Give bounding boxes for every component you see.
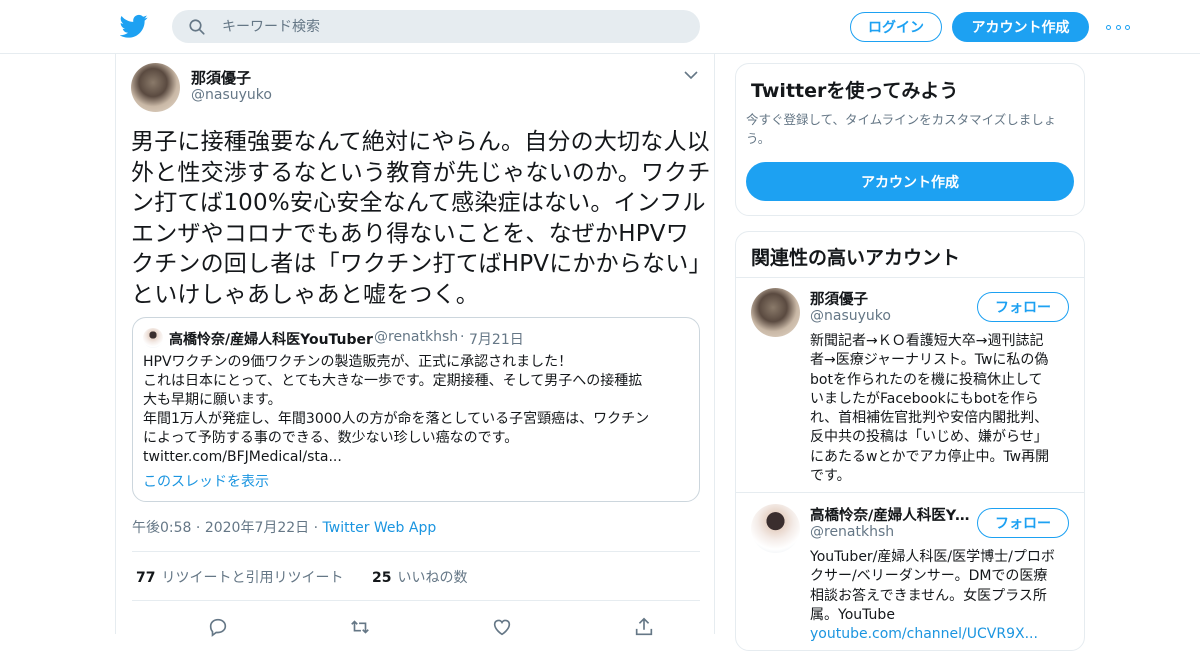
follow-button[interactable]: フォロー <box>977 292 1069 322</box>
tweet-text: 男子に接種強要なんて絶対にやらん。自分の大切な人以外と性交渉するなという教育が先… <box>131 129 711 308</box>
like-icon[interactable] <box>491 616 513 638</box>
bio-line: 反中共の投稿は「いじめ、嫌がらせ」 <box>810 429 1048 446</box>
tweet-stats: 77 リツイートと引用リツイート 25 いいねの数 <box>132 551 700 601</box>
tweet-source-link[interactable]: Twitter Web App <box>323 520 437 536</box>
meta-separator: · <box>195 520 201 536</box>
bio-line: いましたがFacebookにもbotを作ら <box>810 390 1039 407</box>
account-name[interactable]: 那須優子 <box>810 288 970 309</box>
bio-line: れ、首相補佐官批判や安倍内閣批判、 <box>810 410 1049 427</box>
quoted-separator: · <box>460 329 465 345</box>
bio-line: 新聞記者→ＫＯ看護短大卒→週刊誌記 <box>810 333 1044 349</box>
signup-card-description: 今すぐ登録して、タイムラインをカスタマイズしましょう。 <box>746 112 1057 146</box>
retweet-icon[interactable] <box>349 616 371 638</box>
tweet-time[interactable]: 午後0:58 <box>132 520 191 536</box>
bio-line: YouTuber/産婦人科医/医学博士/プロボ <box>810 549 1055 565</box>
related-accounts-title: 関連性の高いアカウント <box>751 247 961 269</box>
bio-line: です。 <box>810 468 851 485</box>
retweets-stat[interactable]: 77 リツイートと引用リツイート <box>136 567 343 587</box>
bio-line: クサー/ベリーダンサー。DMでの医療 <box>810 568 1048 585</box>
bio-line: 者→医療ジャーナリスト。Twに私の偽 <box>810 352 1049 369</box>
likes-count: 25 <box>372 570 392 586</box>
avatar[interactable] <box>751 504 800 553</box>
likes-label: いいねの数 <box>397 570 468 586</box>
likes-stat[interactable]: 25 いいねの数 <box>372 567 467 587</box>
twitter-logo-icon[interactable] <box>120 12 148 40</box>
quoted-text-line: によって予防する事のできる、数少ない珍しい癌なのです。 <box>143 430 519 446</box>
quoted-author-name: 高橋怜奈/産婦人科医YouTuber <box>169 332 373 348</box>
bio-link[interactable]: youtube.com/channel/UCVR9X... <box>810 625 1072 644</box>
quoted-author-handle: @renatkhsh <box>374 329 459 345</box>
search-icon <box>189 19 205 35</box>
author-handle[interactable]: @nasuyuko <box>191 87 272 103</box>
quoted-date: 7月21日 <box>469 332 524 348</box>
quoted-tweet[interactable]: 高橋怜奈/産婦人科医YouTuber @renatkhsh · 7月21日 HP… <box>132 317 700 502</box>
retweets-label: リツイートと引用リツイート <box>161 570 344 586</box>
follow-button[interactable]: フォロー <box>977 508 1069 538</box>
bio-line: 相談お答えできません。女医プラス所 <box>810 587 1047 604</box>
account-handle[interactable]: @nasuyuko <box>810 308 891 324</box>
meta-separator: · <box>313 520 319 536</box>
show-thread-link[interactable]: このスレッドを表示 <box>143 471 269 491</box>
search-bar[interactable] <box>172 10 700 43</box>
tweet-actions <box>132 614 700 644</box>
bio-line: botを作られたのを機に投稿休止して <box>810 371 1043 388</box>
quoted-text-line: 年間1万人が発症し、年間3000人の方が命を落としている子宮頸癌は、ワクチン <box>143 411 650 427</box>
author-name[interactable]: 那須優子 <box>191 67 251 88</box>
quoted-text-line: これは日本にとって、とても大きな一歩です。定期接種、そして男子への接種拡 <box>143 373 643 389</box>
quoted-text-line: HPVワクチンの9価ワクチンの製造販売が、正式に承認されました！ <box>143 354 573 370</box>
quoted-text-line: twitter.com/BFJMedical/sta... <box>143 449 342 465</box>
retweets-count: 77 <box>136 570 156 586</box>
account-bio: 新聞記者→ＫＯ看護短大卒→週刊誌記 者→医療ジャーナリスト。Twに私の偽 bot… <box>810 332 1072 486</box>
account-handle[interactable]: @renatkhsh <box>810 524 894 540</box>
quoted-text-line: 大も早期に願います。 <box>143 392 282 408</box>
signup-button[interactable]: アカウント作成 <box>952 12 1089 42</box>
share-icon[interactable] <box>633 616 655 638</box>
login-button[interactable]: ログイン <box>850 12 942 42</box>
chevron-down-icon[interactable] <box>684 70 698 80</box>
related-accounts-card: 関連性の高いアカウント 那須優子 @nasuyuko フォロー 新聞記者→ＫＯ看… <box>735 231 1085 651</box>
signup-card-title: Twitterを使ってみよう <box>751 80 959 102</box>
tweet-date[interactable]: 2020年7月22日 <box>205 520 309 536</box>
reply-icon[interactable] <box>207 616 229 638</box>
tweet-meta: 午後0:58 · 2020年7月22日 · Twitter Web App <box>132 517 436 537</box>
quoted-avatar <box>143 328 163 348</box>
account-bio: YouTuber/産婦人科医/医学博士/プロボ クサー/ベリーダンサー。DMでの… <box>810 548 1072 644</box>
more-options-icon[interactable] <box>1106 18 1130 36</box>
signup-card: Twitterを使ってみよう 今すぐ登録して、タイムラインをカスタマイズしましょ… <box>735 63 1085 216</box>
search-input[interactable] <box>222 10 682 43</box>
avatar[interactable] <box>131 63 180 112</box>
quoted-text: HPVワクチンの9価ワクチンの製造販売が、正式に承認されました！ これは日本にと… <box>143 353 691 467</box>
related-account[interactable]: 那須優子 @nasuyuko フォロー 新聞記者→ＫＯ看護短大卒→週刊誌記 者→… <box>736 278 1084 493</box>
tweet-detail: 那須優子 @nasuyuko 男子に接種強要なんて絶対にやらん。自分の大切な人以… <box>115 54 715 637</box>
signup-card-button[interactable]: アカウント作成 <box>746 162 1074 201</box>
top-bar: ログイン アカウント作成 <box>0 0 1200 54</box>
bio-line: にあたるwとかでアカ停止中。Tw再開 <box>810 448 1050 465</box>
avatar[interactable] <box>751 288 800 337</box>
account-name[interactable]: 高橋怜奈/産婦人科医YouTuber <box>810 504 970 525</box>
bio-line: 属。YouTube <box>810 606 895 623</box>
related-account[interactable]: 高橋怜奈/産婦人科医YouTuber @renatkhsh フォロー YouTu… <box>736 494 1084 654</box>
